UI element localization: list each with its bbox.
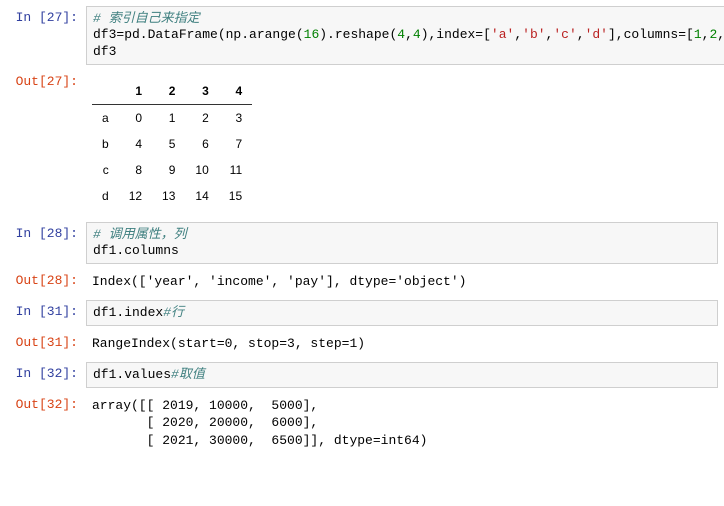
code-text: , — [577, 27, 585, 42]
table-col-header: 1 — [119, 78, 152, 105]
comment-text: #行 — [163, 305, 184, 320]
output-area-32: array([[ 2019, 10000, 5000], [ 2020, 200… — [86, 393, 718, 454]
code-text: df3=pd.DataFrame(np.arange( — [93, 27, 304, 42]
code-string: 'a' — [491, 27, 514, 42]
comment-text: # 调用属性，列 — [93, 227, 187, 242]
in-prompt-31: In [31]: — [6, 300, 86, 326]
code-string: 'c' — [553, 27, 576, 42]
table-row-header: c — [92, 157, 119, 183]
output-text: array([[ 2019, 10000, 5000], [ 2020, 200… — [92, 397, 712, 450]
table-cell: 6 — [185, 131, 218, 157]
code-number: 16 — [304, 27, 320, 42]
table-cell: 7 — [219, 131, 252, 157]
code-text: , — [514, 27, 522, 42]
code-number: 4 — [413, 27, 421, 42]
in-prompt-32: In [32]: — [6, 362, 86, 388]
table-row: b 4 5 6 7 — [92, 131, 252, 157]
output-cell-27: Out[27]: 1 2 3 4 a 0 1 2 3 — [6, 70, 718, 217]
in-prompt-27: In [27]: — [6, 6, 86, 65]
table-col-header: 4 — [219, 78, 252, 105]
table-corner — [92, 78, 119, 105]
output-cell-28: Out[28]: Index(['year', 'income', 'pay']… — [6, 269, 718, 295]
table-row: a 0 1 2 3 — [92, 104, 252, 131]
table-cell: 1 — [152, 104, 185, 131]
code-text: df1.index — [93, 305, 163, 320]
code-cell-32: In [32]: df1.values#取值 — [6, 362, 718, 388]
dataframe-table: 1 2 3 4 a 0 1 2 3 b 4 5 6 — [92, 78, 252, 209]
code-string: 'b' — [522, 27, 545, 42]
table-cell: 9 — [152, 157, 185, 183]
code-input-28[interactable]: # 调用属性，列 df1.columns — [86, 222, 718, 265]
output-area-31: RangeIndex(start=0, stop=3, step=1) — [86, 331, 718, 357]
code-cell-27: In [27]: # 索引自己来指定 df3=pd.DataFrame(np.a… — [6, 6, 718, 65]
table-row-header: a — [92, 104, 119, 131]
table-cell: 15 — [219, 183, 252, 209]
table-cell: 12 — [119, 183, 152, 209]
table-cell: 0 — [119, 104, 152, 131]
table-cell: 5 — [152, 131, 185, 157]
table-row-header: d — [92, 183, 119, 209]
code-text: df3 — [93, 44, 116, 59]
output-cell-32: Out[32]: array([[ 2019, 10000, 5000], [ … — [6, 393, 718, 454]
out-prompt-32: Out[32]: — [6, 393, 86, 454]
comment-text: #取值 — [171, 367, 205, 382]
table-cell: 13 — [152, 183, 185, 209]
out-prompt-31: Out[31]: — [6, 331, 86, 357]
table-col-header: 3 — [185, 78, 218, 105]
code-text: ],columns=[ — [608, 27, 694, 42]
comment-text: # 索引自己来指定 — [93, 11, 200, 26]
table-cell: 11 — [219, 157, 252, 183]
code-input-31[interactable]: df1.index#行 — [86, 300, 718, 326]
table-row: c 8 9 10 11 — [92, 157, 252, 183]
table-col-header: 2 — [152, 78, 185, 105]
table-cell: 2 — [185, 104, 218, 131]
output-area-27: 1 2 3 4 a 0 1 2 3 b 4 5 6 — [86, 70, 718, 217]
out-prompt-28: Out[28]: — [6, 269, 86, 295]
output-text: RangeIndex(start=0, stop=3, step=1) — [92, 335, 712, 353]
out-prompt-27: Out[27]: — [6, 70, 86, 217]
output-area-28: Index(['year', 'income', 'pay'], dtype='… — [86, 269, 718, 295]
code-text: , — [717, 27, 724, 42]
code-input-27[interactable]: # 索引自己来指定 df3=pd.DataFrame(np.arange(16)… — [86, 6, 724, 65]
code-number: 1 — [694, 27, 702, 42]
table-cell: 10 — [185, 157, 218, 183]
code-number: 4 — [397, 27, 405, 42]
table-cell: 4 — [119, 131, 152, 157]
code-cell-28: In [28]: # 调用属性，列 df1.columns — [6, 222, 718, 265]
output-text: Index(['year', 'income', 'pay'], dtype='… — [92, 273, 712, 291]
table-cell: 14 — [185, 183, 218, 209]
table-cell: 8 — [119, 157, 152, 183]
code-text: df1.values — [93, 367, 171, 382]
code-text: ).reshape( — [319, 27, 397, 42]
table-row: d 12 13 14 15 — [92, 183, 252, 209]
output-cell-31: Out[31]: RangeIndex(start=0, stop=3, ste… — [6, 331, 718, 357]
code-text: df1.columns — [93, 243, 179, 258]
code-input-32[interactable]: df1.values#取值 — [86, 362, 718, 388]
code-text: ),index=[ — [421, 27, 491, 42]
table-cell: 3 — [219, 104, 252, 131]
code-text: , — [405, 27, 413, 42]
in-prompt-28: In [28]: — [6, 222, 86, 265]
table-row-header: b — [92, 131, 119, 157]
code-cell-31: In [31]: df1.index#行 — [6, 300, 718, 326]
code-string: 'd' — [585, 27, 608, 42]
